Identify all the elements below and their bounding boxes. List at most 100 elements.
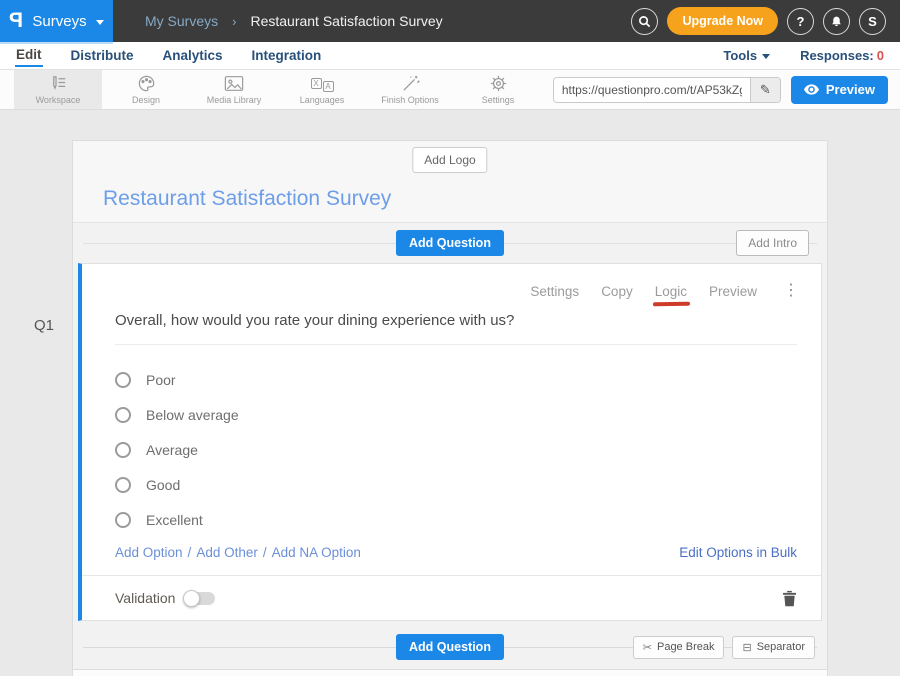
add-question-button-bottom[interactable]: Add Question [396, 634, 504, 660]
red-underline-annotation [653, 301, 690, 306]
separator-box-icon: ⊟ [742, 641, 751, 654]
page-break-label: Page Break [657, 641, 714, 653]
option-label[interactable]: Good [146, 477, 180, 493]
question-text[interactable]: Overall, how would you rate your dining … [115, 312, 797, 345]
chevron-down-icon [96, 20, 104, 25]
add-na-option-link[interactable]: Add NA Option [272, 545, 361, 560]
question-logic-link[interactable]: Logic [655, 284, 687, 299]
toolbar-item-media-library[interactable]: Media Library [190, 70, 278, 109]
survey-title[interactable]: Restaurant Satisfaction Survey [103, 187, 391, 211]
separator-label: Separator [757, 641, 805, 653]
survey-nav-tabs: Edit Distribute Analytics Integration To… [0, 42, 900, 70]
magic-wand-icon [401, 74, 420, 93]
search-icon [638, 15, 651, 28]
option-label[interactable]: Average [146, 442, 198, 458]
radio-button[interactable] [115, 512, 131, 528]
top-bar: P Surveys My Surveys › Restaurant Satisf… [0, 0, 900, 42]
gear-icon [489, 74, 508, 93]
tab-analytics[interactable]: Analytics [162, 46, 224, 66]
option-label[interactable]: Excellent [146, 512, 203, 528]
survey-card: Add Logo Restaurant Satisfaction Survey … [72, 140, 828, 676]
validation-label: Validation [115, 590, 175, 606]
responses-count: 0 [877, 48, 884, 63]
responses-counter[interactable]: Responses:0 [800, 48, 884, 63]
toolbar-item-languages[interactable]: XA Languages [278, 70, 366, 109]
option-row: Excellent [115, 502, 821, 537]
question-preview-link[interactable]: Preview [709, 284, 757, 299]
image-icon [224, 74, 244, 93]
option-label[interactable]: Below average [146, 407, 239, 423]
tab-edit[interactable]: Edit [15, 45, 43, 67]
toolbar-item-label: Workspace [36, 95, 81, 105]
workspace-icon [49, 74, 68, 93]
search-button[interactable] [631, 8, 658, 35]
add-logo-button[interactable]: Add Logo [412, 147, 487, 173]
preview-button[interactable]: Preview [791, 76, 888, 104]
option-label[interactable]: Poor [146, 372, 176, 388]
link-separator: / [263, 545, 267, 560]
radio-button[interactable] [115, 407, 131, 423]
eye-icon [804, 84, 819, 95]
palette-icon [137, 74, 156, 93]
question-settings-link[interactable]: Settings [530, 284, 579, 299]
toolbar-item-design[interactable]: Design [102, 70, 190, 109]
add-question-button-top[interactable]: Add Question [396, 230, 504, 256]
edit-url-button[interactable]: ✎ [750, 78, 780, 102]
breadcrumb-my-surveys[interactable]: My Surveys [145, 13, 218, 29]
delete-question-button[interactable] [782, 590, 797, 607]
edit-options-in-bulk-link[interactable]: Edit Options in Bulk [679, 545, 797, 560]
tab-integration[interactable]: Integration [251, 46, 323, 66]
toolbar-item-label: Design [132, 95, 160, 105]
chevron-down-icon [762, 54, 770, 59]
toolbar-item-label: Settings [482, 95, 515, 105]
toolbar-item-finish-options[interactable]: Finish Options [366, 70, 454, 109]
surveys-product-menu[interactable]: P Surveys [0, 0, 113, 42]
pencil-icon: ✎ [760, 82, 771, 97]
notifications-button[interactable] [823, 8, 850, 35]
toolbar-item-label: Media Library [207, 95, 262, 105]
option-row: Average [115, 432, 821, 467]
add-other-link[interactable]: Add Other [196, 545, 258, 560]
option-actions-row: Add Option / Add Other / Add NA Option E… [115, 545, 797, 560]
validation-toggle[interactable] [185, 592, 215, 605]
add-option-link[interactable]: Add Option [115, 545, 183, 560]
question-card: Settings Copy Logic Preview ⋮ Overall, h… [78, 263, 822, 621]
radio-button[interactable] [115, 442, 131, 458]
page-break-button[interactable]: ✂ Page Break [633, 636, 725, 659]
user-avatar[interactable]: S [859, 8, 886, 35]
responses-label: Responses: [800, 48, 874, 63]
translate-icon: XA [311, 74, 334, 93]
preview-label: Preview [826, 82, 875, 97]
upgrade-now-button[interactable]: Upgrade Now [667, 7, 778, 35]
question-copy-link[interactable]: Copy [601, 284, 633, 299]
logic-label: Logic [655, 284, 687, 299]
survey-url-input[interactable] [554, 78, 750, 102]
toolbar-item-settings[interactable]: Settings [454, 70, 542, 109]
product-label: Surveys [32, 13, 86, 30]
help-button[interactable]: ? [787, 8, 814, 35]
trash-icon [782, 590, 797, 607]
option-row: Good [115, 467, 821, 502]
next-section-preview [73, 669, 827, 676]
radio-button[interactable] [115, 372, 131, 388]
editor-toolbar: Workspace Design Media Library XA Langua… [0, 70, 900, 110]
link-separator: / [188, 545, 192, 560]
toolbar-item-label: Finish Options [381, 95, 439, 105]
questionpro-logo: P [9, 9, 23, 33]
answer-options-list: Poor Below average Average Good Excellen… [115, 362, 821, 537]
add-intro-button[interactable]: Add Intro [736, 230, 809, 256]
kebab-menu-icon[interactable]: ⋮ [783, 283, 799, 299]
tab-distribute[interactable]: Distribute [70, 46, 135, 66]
question-actions: Settings Copy Logic Preview ⋮ [82, 264, 821, 299]
question-mark-icon: ? [797, 14, 805, 29]
toolbar-item-workspace[interactable]: Workspace [14, 70, 102, 109]
radio-button[interactable] [115, 477, 131, 493]
insert-element-buttons: ✂ Page Break ⊟ Separator [633, 636, 815, 659]
tools-menu[interactable]: Tools [723, 48, 770, 63]
add-question-row-bottom: Add Question ✂ Page Break ⊟ Separator [73, 627, 827, 667]
breadcrumb: My Surveys › Restaurant Satisfaction Sur… [145, 13, 443, 29]
breadcrumb-separator: › [232, 14, 236, 29]
toolbar-item-label: Languages [300, 95, 345, 105]
question-number-label: Q1 [34, 317, 54, 334]
separator-button[interactable]: ⊟ Separator [732, 636, 815, 659]
